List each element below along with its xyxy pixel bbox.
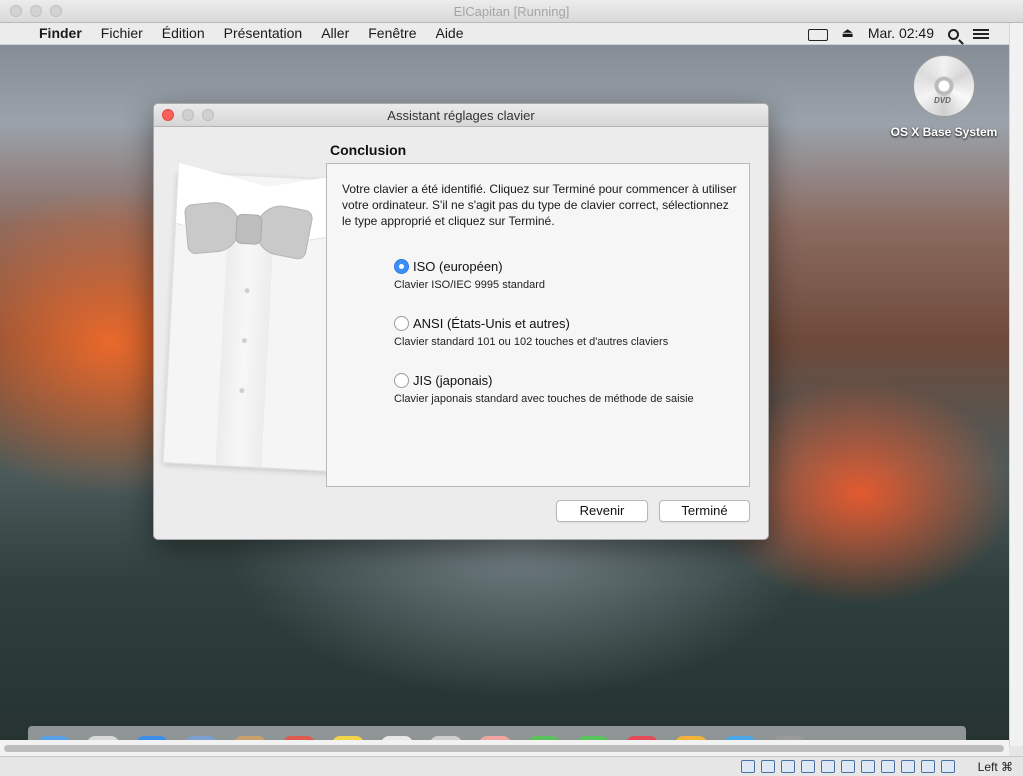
menu-aller[interactable]: Aller	[321, 25, 349, 41]
desktop-dvd-item[interactable]: DVD OS X Base System	[888, 55, 1000, 139]
host-horizontal-scroll-thumb[interactable]	[4, 745, 1004, 752]
menubar-status-area: ⏏ Mar. 02:49	[807, 25, 989, 41]
bow-tie-icon	[183, 195, 315, 265]
dialog-title: Assistant réglages clavier	[387, 108, 535, 123]
video-capture-icon[interactable]	[881, 760, 895, 773]
menu-edition[interactable]: Édition	[162, 25, 205, 41]
option-ansi-label[interactable]: ANSI (États-Unis et autres)	[413, 316, 570, 331]
display-mirroring-icon[interactable]	[807, 29, 828, 41]
radio-iso[interactable]	[394, 259, 409, 274]
content-box: Votre clavier a été identifié. Cliquez s…	[326, 163, 750, 487]
option-iso[interactable]: ISO (européen) Clavier ISO/IEC 9995 stan…	[394, 259, 545, 291]
shared-folder-icon[interactable]	[841, 760, 855, 773]
menubar: Finder Fichier Édition Présentation Alle…	[0, 23, 1009, 45]
intro-text: Votre clavier a été identifié. Cliquez s…	[342, 182, 737, 228]
audio-icon[interactable]	[781, 760, 795, 773]
radio-ansi[interactable]	[394, 316, 409, 331]
menubar-clock[interactable]: Mar. 02:49	[868, 25, 934, 41]
dialog-titlebar: Assistant réglages clavier	[154, 104, 768, 127]
option-ansi-desc: Clavier standard 101 ou 102 touches et d…	[394, 336, 669, 348]
guest-screen: Finder Fichier Édition Présentation Alle…	[0, 23, 1009, 746]
host-vertical-scrollbar[interactable]	[1009, 23, 1023, 746]
host-window-title: ElCapitan [Running]	[453, 4, 570, 19]
host-titlebar: ElCapitan [Running]	[0, 0, 1023, 23]
keyboard-capture-icon[interactable]	[941, 760, 955, 773]
search-icon[interactable]	[948, 28, 959, 40]
host-horizontal-scrollbar[interactable]	[0, 740, 1009, 756]
option-jis-desc: Clavier japonais standard avec touches d…	[394, 393, 694, 405]
keyboard-setup-dialog: Assistant réglages clavier Conclusion Vo…	[153, 103, 769, 540]
done-button[interactable]: Terminé	[659, 500, 750, 522]
menu-items: Finder Fichier Édition Présentation Alle…	[39, 25, 464, 41]
usb-icon[interactable]	[821, 760, 835, 773]
option-jis-label[interactable]: JIS (japonais)	[413, 373, 492, 388]
hard-disk-icon[interactable]	[741, 760, 755, 773]
section-title: Conclusion	[330, 142, 407, 158]
menu-fenetre[interactable]: Fenêtre	[368, 25, 416, 41]
dvd-disc-text: DVD	[934, 96, 951, 105]
dvd-icon[interactable]: DVD	[913, 55, 975, 117]
option-jis[interactable]: JIS (japonais) Clavier japonais standard…	[394, 373, 694, 405]
menu-presentation[interactable]: Présentation	[224, 25, 303, 41]
menu-fichier[interactable]: Fichier	[101, 25, 143, 41]
host-statusbar: Left ⌘	[0, 756, 1023, 776]
eject-icon[interactable]: ⏏	[842, 25, 854, 41]
dvd-label: OS X Base System	[890, 125, 998, 139]
display-icon[interactable]	[861, 760, 875, 773]
cpu-icon[interactable]	[901, 760, 915, 773]
option-iso-label[interactable]: ISO (européen)	[413, 259, 503, 274]
menu-finder[interactable]: Finder	[39, 25, 82, 41]
mouse-integration-icon[interactable]	[921, 760, 935, 773]
radio-jis[interactable]	[394, 373, 409, 388]
back-button[interactable]: Revenir	[556, 500, 648, 522]
option-iso-desc: Clavier ISO/IEC 9995 standard	[394, 279, 546, 291]
host-key-label: Left ⌘	[977, 760, 1013, 774]
notification-list-icon[interactable]	[973, 29, 989, 39]
network-icon[interactable]	[801, 760, 815, 773]
option-ansi[interactable]: ANSI (États-Unis et autres) Clavier stan…	[394, 316, 668, 348]
optical-drive-icon[interactable]	[761, 760, 775, 773]
menu-aide[interactable]: Aide	[435, 25, 463, 41]
host-device-icons	[741, 760, 955, 773]
